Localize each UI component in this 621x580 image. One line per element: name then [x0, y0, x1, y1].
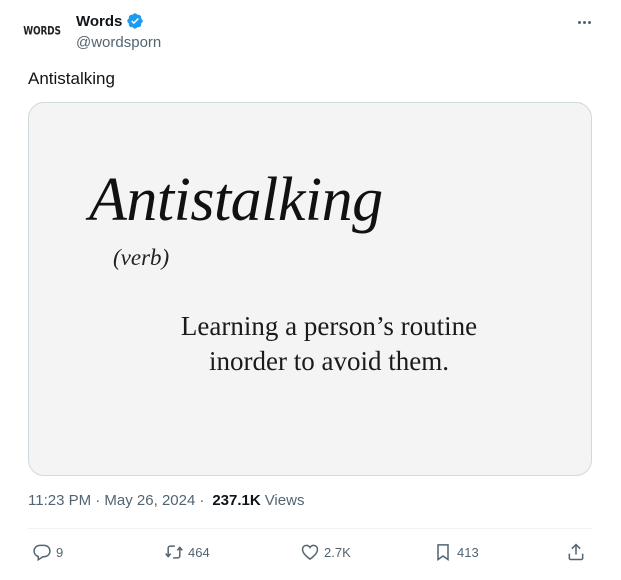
author-display-name[interactable]: Words	[76, 13, 122, 30]
verified-badge-icon	[126, 12, 144, 30]
author-handle[interactable]: @wordsporn	[76, 34, 161, 51]
repost-icon	[165, 545, 183, 559]
repost-count: 464	[188, 544, 210, 560]
like-count: 2.7K	[324, 544, 351, 560]
more-options-button[interactable]	[572, 12, 596, 32]
media-definition: Learning a person’s routine inorder to a…	[29, 309, 591, 379]
avatar[interactable]: WORDS	[18, 8, 66, 56]
bookmark-count: 413	[457, 544, 479, 560]
meta-separator: ·	[199, 492, 205, 509]
share-button[interactable]	[566, 540, 586, 564]
views-label: Views	[264, 492, 305, 509]
repost-button[interactable]: 464	[164, 540, 210, 564]
media-headword: Antistalking	[89, 166, 383, 234]
tweet-meta: 11:23 PM · May 26, 2024 · 237.1K Views	[28, 492, 304, 509]
more-dot-icon	[582, 20, 586, 24]
views-count: 237.1K	[212, 492, 261, 509]
tweet-media-image[interactable]: Antistalking (verb) Learning a person’s …	[28, 102, 592, 476]
reply-count: 9	[56, 544, 64, 560]
share-icon	[568, 543, 584, 561]
like-button[interactable]: 2.7K	[300, 540, 351, 564]
divider	[28, 528, 592, 529]
action-bar: 9 464 2.7K 413	[28, 540, 592, 566]
media-definition-line: inorder to avoid them.	[209, 346, 449, 376]
more-dot-icon	[577, 20, 581, 24]
author-name-row: Words	[76, 12, 144, 30]
heart-icon	[301, 544, 319, 560]
tweet: WORDS Words @wordsporn Antistalking Anti…	[0, 0, 621, 580]
more-dot-icon	[587, 20, 591, 24]
reply-button[interactable]: 9	[32, 540, 63, 564]
tweet-timestamp[interactable]: 11:23 PM · May 26, 2024	[28, 492, 195, 509]
bookmark-button[interactable]: 413	[433, 540, 479, 564]
media-definition-line: Learning a person’s routine	[180, 311, 478, 341]
avatar-logo-text: WORDS	[23, 25, 61, 39]
bookmark-icon	[437, 544, 449, 561]
reply-icon	[33, 544, 51, 562]
tweet-text: Antistalking	[28, 69, 115, 88]
media-part-of-speech: (verb)	[113, 245, 170, 270]
